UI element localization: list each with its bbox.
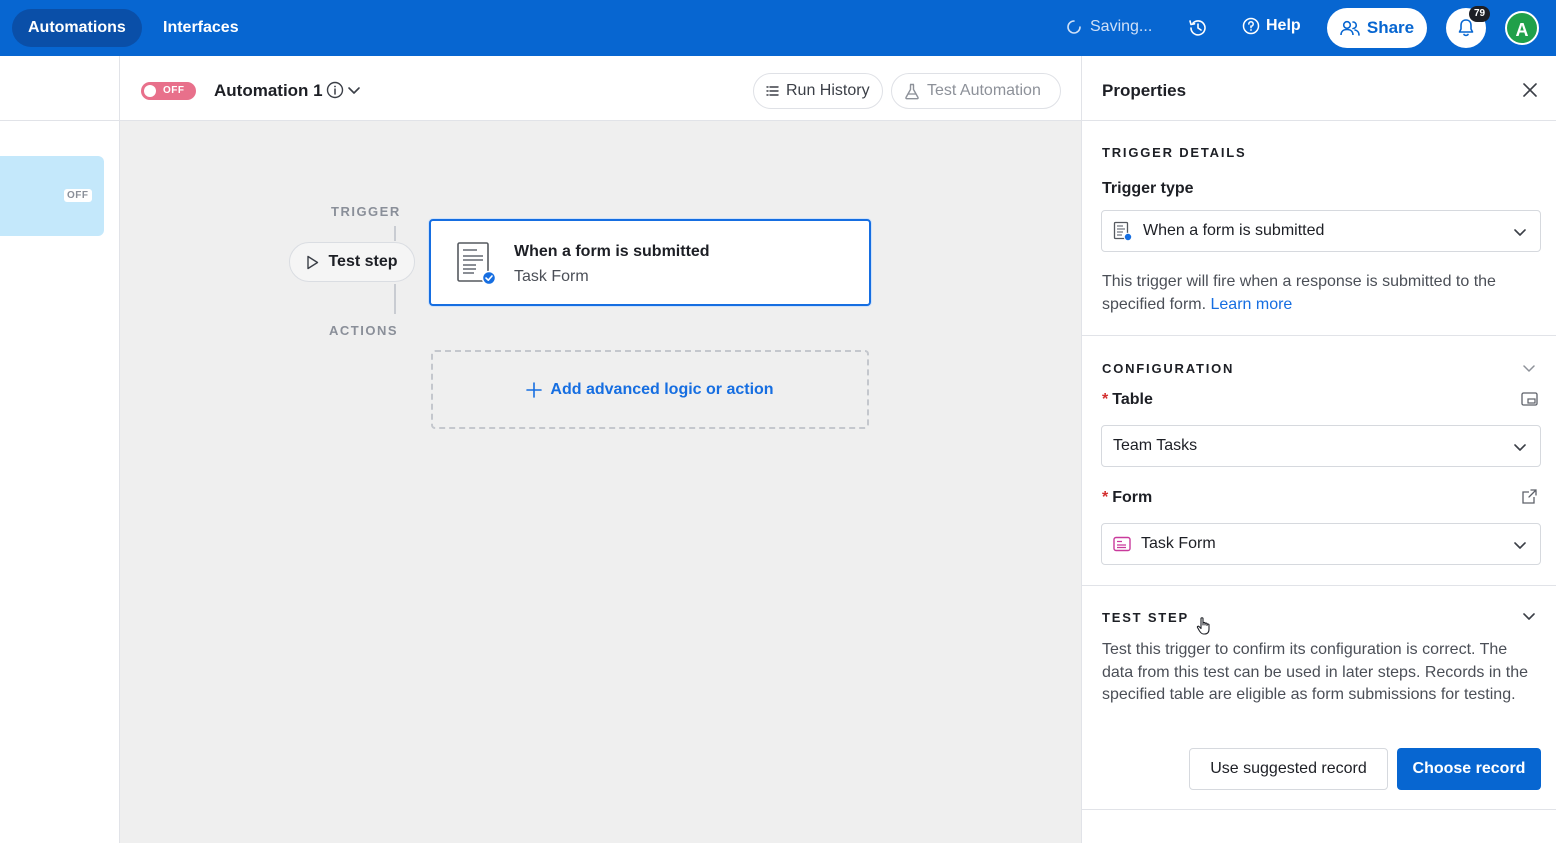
properties-title: Properties	[1102, 81, 1187, 100]
chevron-down-icon[interactable]	[347, 83, 361, 97]
run-history-button[interactable]: Run History	[753, 73, 883, 109]
learn-more-link[interactable]: Learn more	[1211, 296, 1293, 313]
test-step-heading: TEST STEP	[1102, 610, 1189, 625]
trigger-type-value: When a form is submitted	[1143, 222, 1325, 239]
form-field-label: * Form	[1102, 489, 1152, 507]
run-history-label: Run History	[786, 82, 870, 99]
help-icon	[1242, 17, 1260, 35]
properties-panel: Properties TRIGGER DETAILS Trigger type …	[1081, 56, 1556, 843]
hand-cursor-icon	[1196, 617, 1210, 635]
section-divider	[1082, 809, 1556, 810]
avatar[interactable]: A	[1505, 11, 1539, 45]
connector-line	[394, 226, 396, 241]
connector-line	[394, 284, 396, 314]
choose-record-button[interactable]: Choose record	[1397, 748, 1541, 790]
table-value: Team Tasks	[1113, 437, 1198, 454]
close-icon[interactable]	[1522, 82, 1538, 98]
automation-list-rail: OFF	[0, 56, 120, 843]
saving-text: Saving...	[1090, 18, 1153, 35]
test-step-button[interactable]: Test step	[289, 242, 415, 282]
trigger-card-subtitle: Task Form	[514, 268, 589, 285]
trigger-type-label: Trigger type	[1102, 180, 1194, 197]
form-value: Task Form	[1141, 535, 1216, 552]
top-bar: Automations Interfaces Saving... Help Sh…	[0, 0, 1556, 56]
notification-count-badge: 79	[1469, 6, 1491, 22]
trigger-description: This trigger will fire when a response i…	[1102, 271, 1542, 316]
trigger-type-select[interactable]: When a form is submitted	[1101, 210, 1541, 252]
chevron-down-icon	[1514, 542, 1526, 549]
tab-automations[interactable]: Automations	[12, 9, 142, 47]
table-label-text: Table	[1112, 391, 1153, 408]
form-select[interactable]: Task Form	[1101, 523, 1541, 565]
test-automation-button[interactable]: Test Automation	[891, 73, 1061, 109]
list-icon	[766, 86, 779, 96]
chevron-down-icon[interactable]	[1521, 608, 1537, 624]
actions-section-label: ACTIONS	[329, 323, 398, 338]
trigger-card-title: When a form is submitted	[514, 243, 710, 260]
automation-list-item[interactable]: OFF	[0, 156, 104, 236]
table-select[interactable]: Team Tasks	[1101, 425, 1541, 467]
toggle-knob	[144, 85, 156, 97]
automation-toggle[interactable]: OFF	[141, 82, 196, 100]
automation-header: OFF Automation 1 Run History Test Automa…	[120, 56, 1081, 121]
form-label-text: Form	[1112, 489, 1153, 506]
tab-interfaces[interactable]: Interfaces	[147, 9, 255, 47]
properties-header: Properties	[1082, 56, 1556, 121]
external-link-icon[interactable]	[1521, 488, 1538, 505]
trigger-description-text: This trigger will fire when a response i…	[1102, 273, 1496, 313]
toggle-label: OFF	[163, 85, 185, 96]
form-doc-icon	[1113, 221, 1133, 241]
trigger-section-label: TRIGGER	[331, 204, 401, 219]
chevron-down-icon	[1514, 444, 1526, 451]
status-badge: OFF	[64, 189, 92, 202]
use-suggested-record-button[interactable]: Use suggested record	[1189, 748, 1388, 790]
help-label: Help	[1266, 17, 1301, 34]
required-asterisk: *	[1102, 489, 1109, 506]
chevron-down-icon[interactable]	[1521, 360, 1537, 376]
share-button[interactable]: Share	[1327, 8, 1427, 48]
flask-icon	[905, 83, 919, 99]
trigger-details-heading: TRIGGER DETAILS	[1102, 145, 1247, 160]
users-icon	[1340, 20, 1360, 36]
add-action-button[interactable]: Add advanced logic or action	[431, 350, 869, 429]
configuration-heading: CONFIGURATION	[1102, 361, 1235, 376]
form-icon	[1113, 536, 1131, 552]
plus-icon	[526, 381, 543, 398]
play-icon	[307, 255, 319, 269]
expand-table-icon[interactable]	[1521, 391, 1538, 407]
add-action-label: Add advanced logic or action	[550, 380, 774, 398]
spinner-icon	[1067, 20, 1081, 34]
share-label: Share	[1366, 18, 1415, 37]
required-asterisk: *	[1102, 391, 1109, 408]
chevron-down-icon	[1514, 229, 1526, 236]
rail-header	[0, 56, 119, 121]
saving-status: Saving...	[1066, 18, 1152, 36]
section-divider	[1082, 585, 1556, 586]
help-button[interactable]: Help	[1242, 17, 1301, 35]
test-automation-label: Test Automation	[927, 82, 1041, 99]
test-step-label: Test step	[328, 253, 398, 270]
table-field-label: * Table	[1102, 391, 1153, 409]
section-divider	[1082, 335, 1556, 336]
automation-name[interactable]: Automation 1	[214, 81, 323, 101]
info-icon[interactable]	[326, 81, 344, 99]
trigger-card[interactable]: When a form is submitted Task Form	[429, 219, 871, 306]
history-icon[interactable]	[1187, 17, 1209, 39]
form-doc-icon	[457, 242, 497, 286]
test-step-description: Test this trigger to confirm its configu…	[1102, 641, 1528, 703]
